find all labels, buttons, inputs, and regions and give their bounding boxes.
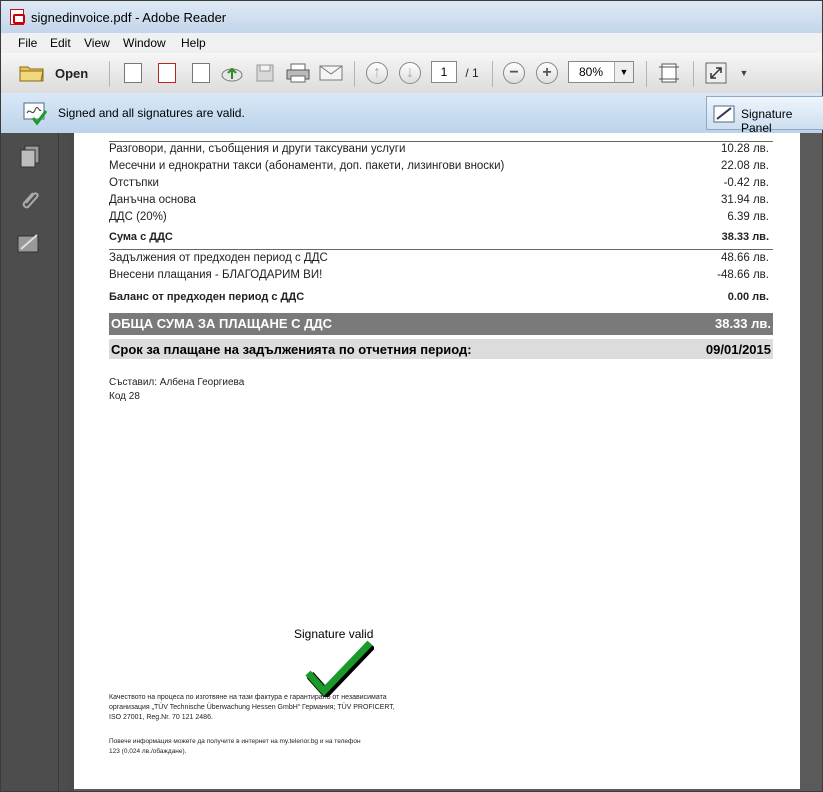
title-bar: signedinvoice.pdf - Adobe Reader xyxy=(1,1,822,33)
page-number-input[interactable]: 1 xyxy=(431,61,457,83)
invoice-row: Разговори, данни, съобщения и други такс… xyxy=(109,143,769,155)
arrow-up-icon: ↑ xyxy=(366,62,388,84)
signatures-icon[interactable] xyxy=(17,233,43,255)
page-total: / 1 xyxy=(465,66,479,80)
invoice-row: Отстъпки -0.42 лв. xyxy=(109,177,769,189)
toolbar-menu-chevron-icon[interactable]: ▼ xyxy=(737,61,751,85)
open-button[interactable]: Open xyxy=(19,61,99,85)
window-title: signedinvoice.pdf - Adobe Reader xyxy=(31,10,227,25)
invoice-row: ДДС (20%) 6.39 лв. xyxy=(109,211,769,223)
signature-valid-icon xyxy=(23,102,48,126)
footer-quality-text: Качеството на процеса по изготвяне на та… xyxy=(109,694,395,721)
plus-icon: + xyxy=(536,62,558,84)
app-window: signedinvoice.pdf - Adobe Reader File Ed… xyxy=(0,0,823,792)
fit-page-icon[interactable] xyxy=(656,61,682,85)
menu-window[interactable]: Window xyxy=(123,36,166,50)
folder-icon xyxy=(19,66,44,82)
attachments-icon[interactable] xyxy=(19,189,41,213)
menu-edit[interactable]: Edit xyxy=(50,36,71,50)
chevron-down-icon[interactable]: ▼ xyxy=(614,62,633,82)
minus-icon: − xyxy=(503,62,525,84)
total-due-row: ОБЩА СУМА ЗА ПЛАЩАНЕ С ДДС 38.33 лв. xyxy=(109,313,773,335)
zoom-in-button[interactable]: + xyxy=(535,61,559,85)
pdf-icon xyxy=(10,9,25,25)
invoice-row: Данъчна основа 31.94 лв. xyxy=(109,194,769,206)
sum-row: Сума с ДДС 38.33 лв. xyxy=(109,231,769,243)
signature-status-text: Signed and all signatures are valid. xyxy=(58,106,245,120)
menu-view[interactable]: View xyxy=(84,36,110,50)
edit-pdf-icon[interactable] xyxy=(189,61,213,85)
due-date-row: Срок за плащане на задълженията по отчет… xyxy=(109,339,773,359)
create-pdf-icon[interactable] xyxy=(121,61,145,85)
export-pdf-icon[interactable] xyxy=(155,61,179,85)
signature-bar: Signed and all signatures are valid. xyxy=(1,93,822,134)
checkmark-icon xyxy=(305,640,374,697)
invoice-row: Месечни и еднократни такси (абонаменти, … xyxy=(109,160,769,172)
full-screen-icon[interactable] xyxy=(703,61,729,85)
email-icon[interactable] xyxy=(318,61,344,85)
previous-page-button[interactable]: ↑ xyxy=(365,61,389,85)
menu-file[interactable]: File xyxy=(18,36,37,50)
pages-icon[interactable] xyxy=(19,145,41,169)
toolbar: Open ↑ ↓ / 1 − + ▼ xyxy=(1,53,822,94)
signature-panel-button[interactable]: Signature Panel xyxy=(706,96,823,135)
balance-row: Баланс от предходен период с ДДС 0.00 лв… xyxy=(109,291,769,303)
cloud-upload-icon[interactable] xyxy=(219,61,245,85)
pdf-page: Разговори, данни, съобщения и други такс… xyxy=(74,133,800,789)
code-text: Код 28 xyxy=(109,391,140,402)
navigation-sidebar xyxy=(1,133,74,791)
arrow-down-icon: ↓ xyxy=(399,62,421,84)
save-icon[interactable] xyxy=(253,61,277,85)
menu-help[interactable]: Help xyxy=(181,36,206,50)
invoice-row: Задължения от предходен период с ДДС 48.… xyxy=(109,252,769,264)
zoom-out-button[interactable]: − xyxy=(502,61,526,85)
prepared-by: Съставил: Албена Георгиева xyxy=(109,377,245,388)
next-page-button[interactable]: ↓ xyxy=(398,61,422,85)
menu-bar: File Edit View Window Help xyxy=(1,33,822,53)
zoom-select[interactable]: 80% ▼ xyxy=(568,61,634,83)
footer-info-text: Повече информация можете да получите в и… xyxy=(109,738,361,755)
print-icon[interactable] xyxy=(285,61,311,85)
invoice-row: Внесени плащания - БЛАГОДАРИМ ВИ! -48.66… xyxy=(109,269,769,281)
signature-pen-icon xyxy=(713,105,735,123)
